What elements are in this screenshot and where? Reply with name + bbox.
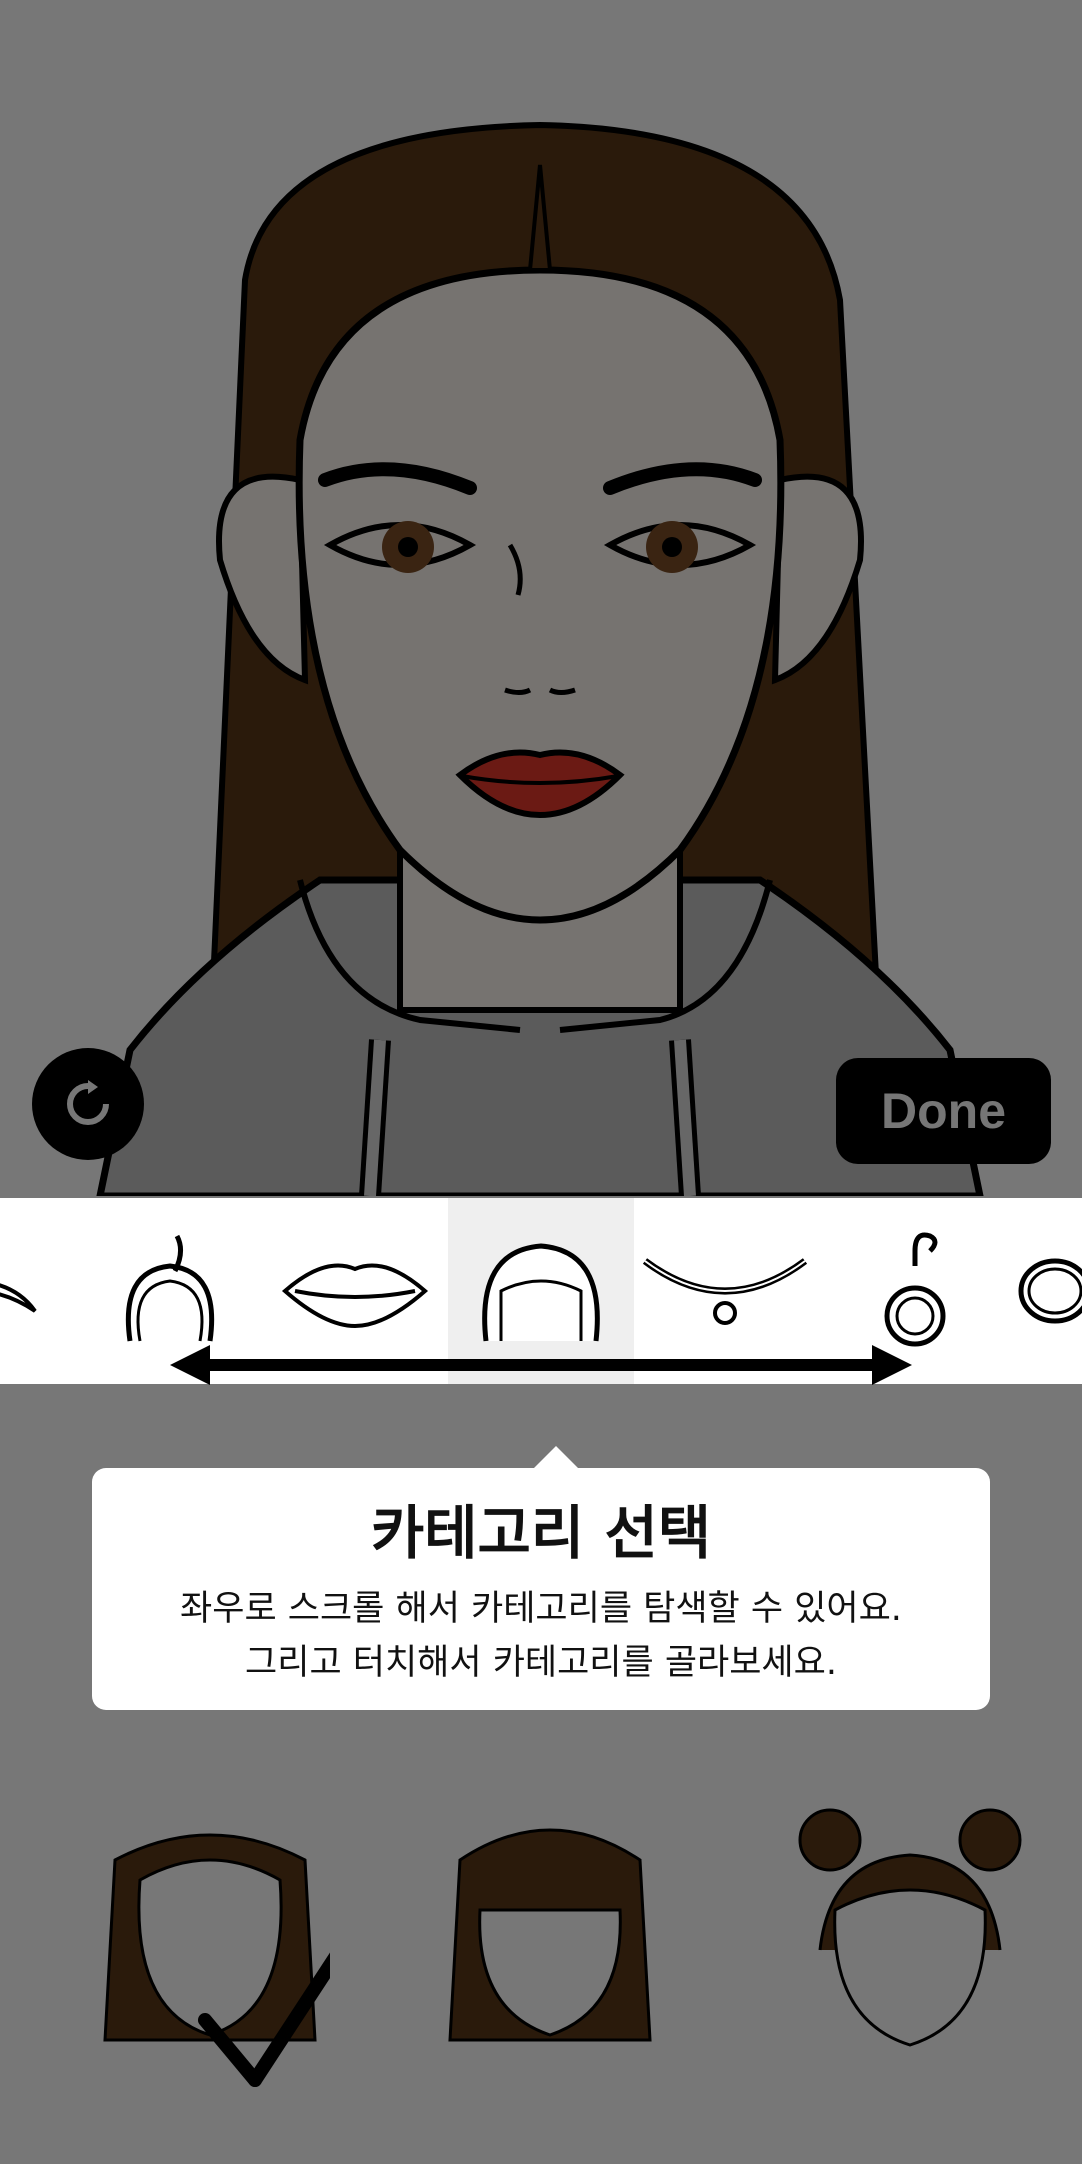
space-buns-hair-icon [798, 1808, 1022, 2047]
tooltip-title: 카테고리 선택 [370, 1499, 712, 1567]
category-ring[interactable] [1010, 1198, 1082, 1384]
scroll-arrow-icon [170, 1345, 912, 1385]
hair-option-space-buns[interactable] [790, 1800, 1030, 2090]
hair-icon [482, 1243, 600, 1342]
bangs-hair-icon [448, 1828, 652, 2042]
done-button[interactable]: Done [836, 1058, 1051, 1164]
tooltip-line-1: 좌우로 스크롤 해서 카테고리를 탐색할 수 있어요. [180, 1589, 902, 1629]
earring-icon [884, 1232, 946, 1347]
tooltip-pointer [532, 1446, 580, 1470]
necklace-icon [642, 1258, 808, 1325]
hair-option-long-straight[interactable] [90, 1800, 347, 2090]
reset-button[interactable] [32, 1048, 144, 1160]
category-eyebrow[interactable] [0, 1198, 60, 1384]
tooltip-line-2: 그리고 터치해서 카테고리를 골라보세요. [245, 1643, 837, 1683]
refresh-icon [67, 1080, 109, 1125]
headband-icon [125, 1234, 215, 1342]
long-straight-hair-icon [103, 1833, 347, 2087]
category-tooltip: 카테고리 선택 좌우로 스크롤 해서 카테고리를 탐색할 수 있어요. 그리고 … [92, 1468, 990, 1710]
ring-icon [1018, 1258, 1082, 1324]
lips-icon [281, 1263, 429, 1329]
avatar-illustration [96, 121, 984, 1196]
avatar-preview: Done [0, 0, 1082, 1196]
hair-option-bangs[interactable] [430, 1800, 670, 2090]
eyebrow-icon [0, 1283, 37, 1313]
